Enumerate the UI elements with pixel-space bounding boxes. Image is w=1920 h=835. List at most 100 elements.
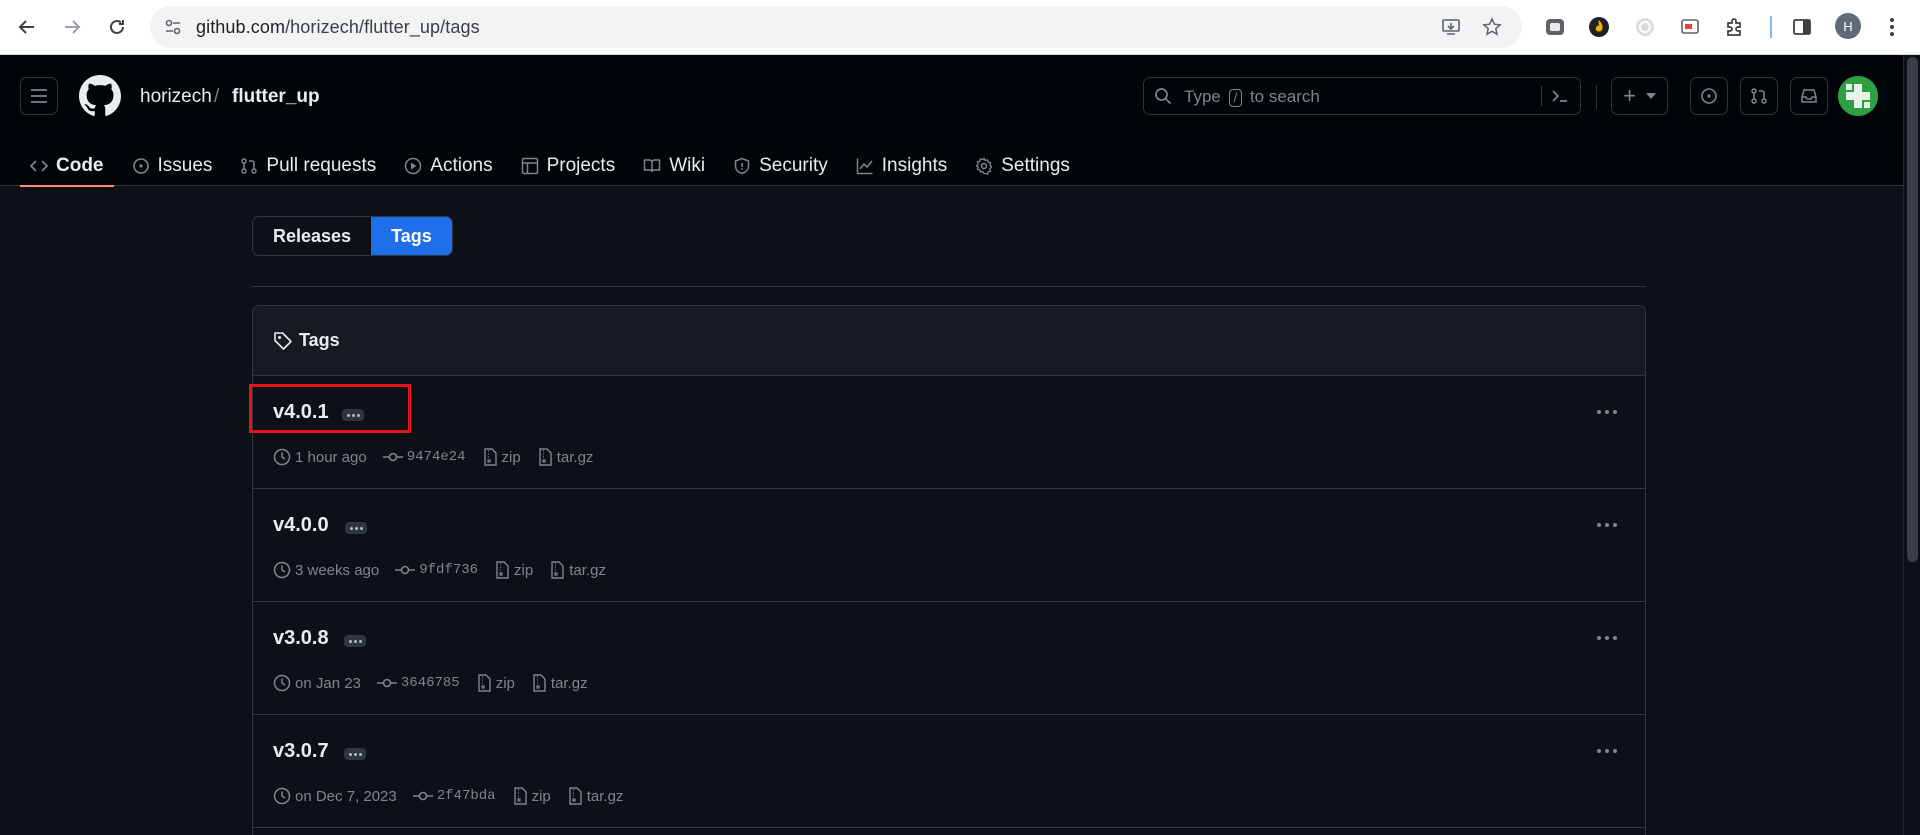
tab-issues[interactable]: Issues xyxy=(122,146,223,186)
commit-icon xyxy=(395,564,416,576)
commit-sha-link[interactable]: 9474e24 xyxy=(407,449,466,465)
tab-label: Settings xyxy=(1001,155,1070,176)
download-zip-link[interactable]: zip xyxy=(502,449,521,466)
download-targz-link[interactable]: tar.gz xyxy=(569,562,606,579)
extensions-puzzle-icon[interactable] xyxy=(1722,14,1748,40)
inbox-icon xyxy=(1801,89,1817,103)
tag-date: on Dec 7, 2023 xyxy=(295,787,397,805)
extension-fire-icon[interactable] xyxy=(1586,14,1612,40)
extension-cast-icon[interactable] xyxy=(1677,14,1703,40)
tag-options-menu-icon[interactable] xyxy=(1591,513,1623,537)
tag-date: 1 hour ago xyxy=(295,448,367,466)
user-avatar[interactable] xyxy=(1838,76,1878,116)
pull-request-icon xyxy=(1751,88,1767,104)
file-zip-icon xyxy=(549,561,565,579)
address-bar[interactable]: github.com/horizech/flutter_up/tags xyxy=(150,6,1522,48)
tag-meta: on Dec 7, 2023 2f47bda zip tar.gz xyxy=(273,787,639,805)
side-panel-icon[interactable] xyxy=(1789,14,1815,40)
plus-icon: + xyxy=(1623,83,1636,108)
tag-row: v3.0.7 on Dec 7, 2023 2f47bda zip tar.gz xyxy=(253,715,1645,828)
tab-label: Actions xyxy=(430,155,493,176)
tab-insights[interactable]: Insights xyxy=(846,146,957,186)
tag-options-menu-icon[interactable] xyxy=(1591,626,1623,650)
toolbar-separator xyxy=(1770,16,1772,38)
file-zip-icon xyxy=(494,561,510,579)
commit-icon xyxy=(412,790,433,802)
global-menu-button[interactable] xyxy=(20,77,58,115)
play-icon xyxy=(404,157,422,175)
breadcrumb-separator: / xyxy=(214,86,220,107)
reload-icon[interactable] xyxy=(102,12,132,42)
tag-name-link[interactable]: v4.0.0 xyxy=(273,514,329,537)
clock-icon xyxy=(273,448,291,466)
bookmark-star-icon[interactable] xyxy=(1481,16,1503,38)
tab-settings[interactable]: Settings xyxy=(965,146,1080,186)
github-logo-icon[interactable] xyxy=(79,75,121,117)
back-icon[interactable] xyxy=(12,12,42,42)
expand-message-button[interactable] xyxy=(344,635,366,647)
tab-projects[interactable]: Projects xyxy=(511,146,626,186)
download-targz-link[interactable]: tar.gz xyxy=(587,788,624,805)
inbox-button[interactable] xyxy=(1790,77,1828,115)
tags-button[interactable]: Tags xyxy=(371,217,452,255)
tag-date: on Jan 23 xyxy=(295,674,361,692)
command-palette-icon[interactable] xyxy=(1550,86,1570,111)
tag-name-link[interactable]: v3.0.8 xyxy=(273,627,329,650)
tab-actions[interactable]: Actions xyxy=(394,146,502,186)
create-new-button[interactable]: + xyxy=(1611,77,1668,115)
tag-row: v4.0.1 1 hour ago 9474e24 zip tar.gz xyxy=(253,376,1645,489)
tab-code[interactable]: Code xyxy=(20,146,114,187)
install-app-icon[interactable] xyxy=(1440,16,1462,38)
download-zip-link[interactable]: zip xyxy=(514,562,533,579)
pull-requests-button[interactable] xyxy=(1740,77,1778,115)
tag-name-link[interactable]: v3.0.7 xyxy=(273,740,329,763)
clock-icon xyxy=(273,561,291,579)
pull-request-icon xyxy=(240,157,258,175)
search-input[interactable]: Type / to search xyxy=(1143,77,1581,115)
expand-message-button[interactable] xyxy=(345,522,367,534)
file-zip-icon xyxy=(537,448,553,466)
tab-label: Wiki xyxy=(669,155,706,176)
extension-translate-icon[interactable] xyxy=(1542,14,1568,40)
profile-avatar[interactable]: H xyxy=(1835,13,1861,39)
tag-meta: 1 hour ago 9474e24 zip tar.gz xyxy=(273,448,609,466)
file-zip-icon xyxy=(567,787,583,805)
download-zip-link[interactable]: zip xyxy=(496,675,515,692)
search-divider xyxy=(1541,86,1542,106)
tag-row: v4.0.0 3 weeks ago 9fdf736 zip tar.gz xyxy=(253,489,1645,602)
expand-message-button[interactable] xyxy=(344,748,366,760)
forward-icon[interactable] xyxy=(57,12,87,42)
github-header: horizech / flutter_up Type / to search +… xyxy=(0,55,1920,187)
breadcrumb-repo[interactable]: flutter_up xyxy=(232,86,320,108)
commit-sha-link[interactable]: 9fdf736 xyxy=(419,562,478,578)
tags-box-header: Tags xyxy=(253,306,1645,376)
download-targz-link[interactable]: tar.gz xyxy=(557,449,594,466)
file-zip-icon xyxy=(531,674,547,692)
commit-sha-link[interactable]: 2f47bda xyxy=(437,788,496,804)
breadcrumb-owner[interactable]: horizech xyxy=(140,86,212,108)
releases-button[interactable]: Releases xyxy=(253,217,372,255)
issues-button[interactable] xyxy=(1690,77,1728,115)
file-zip-icon xyxy=(476,674,492,692)
page-scrollbar[interactable] xyxy=(1903,55,1920,835)
tag-options-menu-icon[interactable] xyxy=(1591,400,1623,424)
browser-menu-icon[interactable] xyxy=(1879,14,1905,40)
scrollbar-thumb[interactable] xyxy=(1907,57,1918,562)
download-targz-link[interactable]: tar.gz xyxy=(551,675,588,692)
tab-wiki[interactable]: Wiki xyxy=(633,146,715,186)
tag-row: v3.0.8 on Jan 23 3646785 zip tar.gz xyxy=(253,602,1645,715)
browser-toolbar: github.com/horizech/flutter_up/tags H xyxy=(0,0,1920,55)
commit-icon xyxy=(382,451,403,463)
tag-options-menu-icon[interactable] xyxy=(1591,739,1623,763)
download-zip-link[interactable]: zip xyxy=(532,788,551,805)
issue-icon xyxy=(1701,88,1717,104)
file-zip-icon xyxy=(482,448,498,466)
tag-meta: 3 weeks ago 9fdf736 zip tar.gz xyxy=(273,561,622,579)
commit-sha-link[interactable]: 3646785 xyxy=(401,675,460,691)
shield-icon xyxy=(733,157,751,175)
site-settings-icon[interactable] xyxy=(162,16,184,38)
tab-security[interactable]: Security xyxy=(723,146,838,186)
extension-circle-icon[interactable] xyxy=(1632,14,1658,40)
tab-label: Pull requests xyxy=(266,155,377,176)
tab-pull-requests[interactable]: Pull requests xyxy=(230,146,386,186)
